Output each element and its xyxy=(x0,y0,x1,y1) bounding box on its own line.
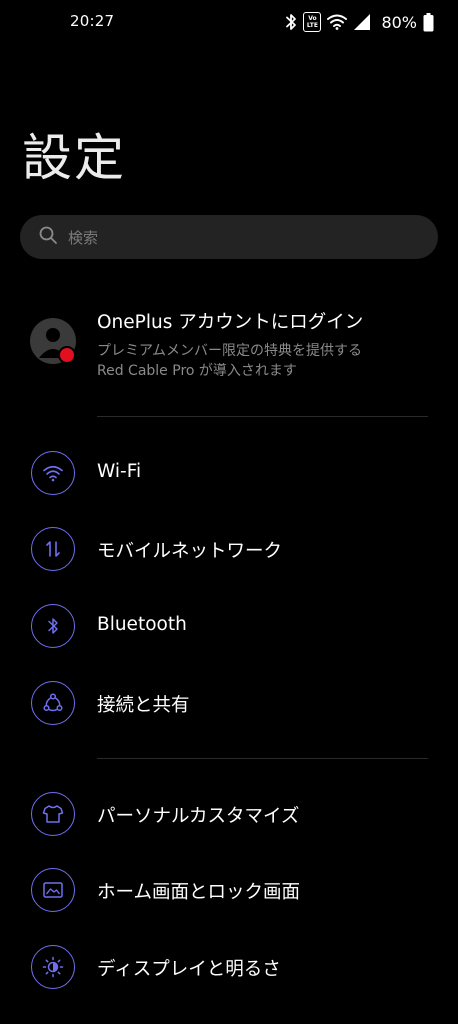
menu-item-home-lock-screen[interactable]: ホーム画面とロック画面 xyxy=(0,860,458,920)
wifi-icon xyxy=(31,451,75,495)
menu-label: ホーム画面とロック画面 xyxy=(97,882,300,903)
status-bar: 20:27 Vo LTE 80% xyxy=(0,0,458,44)
menu-item-personalization[interactable]: パーソナルカスタマイズ xyxy=(0,784,458,844)
mobile-data-icon xyxy=(31,527,75,571)
account-login-item[interactable]: OnePlus アカウントにログイン プレミアムメンバー限定の特典を提供する R… xyxy=(0,300,458,392)
share-connection-icon xyxy=(31,681,75,725)
status-icons: Vo LTE 80% xyxy=(285,10,434,34)
bluetooth-icon xyxy=(31,604,75,648)
account-title: OnePlus アカウントにログイン xyxy=(97,312,364,333)
battery-level: 80% xyxy=(381,12,417,32)
menu-item-bluetooth[interactable]: Bluetooth xyxy=(0,596,458,656)
volte-icon: Vo LTE xyxy=(303,12,322,32)
account-subtitle: プレミアムメンバー限定の特典を提供する xyxy=(97,343,363,359)
search-icon xyxy=(38,225,58,249)
volte-bottom-label: LTE xyxy=(306,22,318,29)
account-subtitle-2: Red Cable Pro が導入されます xyxy=(97,363,297,379)
menu-label: Bluetooth xyxy=(97,614,187,635)
divider xyxy=(97,416,428,417)
bluetooth-icon xyxy=(285,13,297,31)
tshirt-icon xyxy=(31,792,75,836)
menu-label: 接続と共有 xyxy=(97,695,190,716)
status-time: 20:27 xyxy=(70,12,115,30)
page-title: 設定 xyxy=(22,129,126,187)
battery-icon xyxy=(423,12,434,32)
brightness-icon xyxy=(31,945,75,989)
wallpaper-icon xyxy=(31,868,75,912)
volte-top-label: Vo xyxy=(308,15,317,22)
search-input[interactable]: 検索 xyxy=(20,215,438,259)
cell-signal-icon xyxy=(353,13,371,31)
divider xyxy=(97,758,428,759)
wifi-icon xyxy=(327,14,348,30)
menu-item-wifi[interactable]: Wi-Fi xyxy=(0,443,458,503)
menu-item-display-brightness[interactable]: ディスプレイと明るさ xyxy=(0,937,458,997)
search-placeholder: 検索 xyxy=(68,228,99,247)
menu-item-mobile-network[interactable]: モバイルネットワーク xyxy=(0,519,458,579)
menu-label: パーソナルカスタマイズ xyxy=(97,806,300,827)
menu-label: モバイルネットワーク xyxy=(97,541,283,562)
notification-dot xyxy=(58,346,76,364)
menu-label: ディスプレイと明るさ xyxy=(97,959,281,980)
menu-item-connection-sharing[interactable]: 接続と共有 xyxy=(0,673,458,733)
menu-label: Wi-Fi xyxy=(97,461,142,482)
